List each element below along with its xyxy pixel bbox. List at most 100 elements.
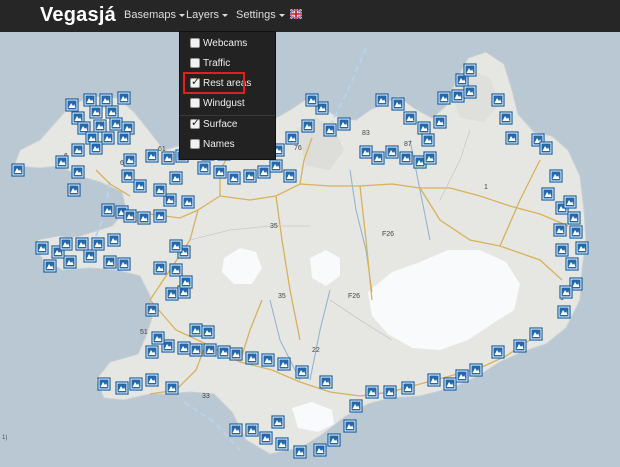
rest-area-icon[interactable] bbox=[557, 305, 571, 319]
rest-area-icon[interactable] bbox=[549, 169, 563, 183]
layer-windgust[interactable]: Windgust bbox=[190, 97, 245, 111]
rest-area-icon[interactable] bbox=[245, 423, 259, 437]
rest-area-icon[interactable] bbox=[229, 347, 243, 361]
rest-area-icon[interactable] bbox=[151, 331, 165, 345]
rest-area-icon[interactable] bbox=[89, 141, 103, 155]
rest-area-icon[interactable] bbox=[359, 145, 373, 159]
windgust-checkbox[interactable] bbox=[190, 98, 200, 108]
rest-area-icon[interactable] bbox=[189, 343, 203, 357]
rest-area-icon[interactable] bbox=[293, 445, 307, 459]
rest-area-icon[interactable] bbox=[217, 345, 231, 359]
rest-area-icon[interactable] bbox=[55, 155, 69, 169]
rest-area-icon[interactable] bbox=[189, 323, 203, 337]
rest-area-icon[interactable] bbox=[203, 343, 217, 357]
surface-checkbox[interactable] bbox=[190, 116, 200, 130]
map-canvas[interactable]: 6160768387135F2635F269515122433316 bbox=[0, 0, 620, 467]
webcams-checkbox[interactable] bbox=[190, 38, 200, 48]
rest-area-icon[interactable] bbox=[541, 187, 555, 201]
rest-area-icon[interactable] bbox=[319, 375, 333, 389]
rest-area-icon[interactable] bbox=[421, 133, 435, 147]
rest-area-icon[interactable] bbox=[179, 275, 193, 289]
rest-area-icon[interactable] bbox=[427, 373, 441, 387]
rest-area-icon[interactable] bbox=[375, 93, 389, 107]
rest-area-icon[interactable] bbox=[123, 153, 137, 167]
rest-area-icon[interactable] bbox=[103, 255, 117, 269]
rest-area-icon[interactable] bbox=[437, 91, 451, 105]
rest-area-icon[interactable] bbox=[117, 91, 131, 105]
rest-area-icon[interactable] bbox=[129, 377, 143, 391]
rest-area-icon[interactable] bbox=[91, 237, 105, 251]
rest-area-icon[interactable] bbox=[349, 399, 363, 413]
rest-area-icon[interactable] bbox=[433, 115, 447, 129]
rest-area-icon[interactable] bbox=[99, 93, 113, 107]
rest-area-icon[interactable] bbox=[499, 111, 513, 125]
rest-area-icon[interactable] bbox=[269, 159, 283, 173]
rest-area-icon[interactable] bbox=[327, 433, 341, 447]
rest-area-icon[interactable] bbox=[165, 287, 179, 301]
rest-area-icon[interactable] bbox=[423, 151, 437, 165]
rest-area-icon[interactable] bbox=[285, 131, 299, 145]
rest-area-icon[interactable] bbox=[71, 143, 85, 157]
rest-area-icon[interactable] bbox=[89, 105, 103, 119]
rest-area-icon[interactable] bbox=[97, 377, 111, 391]
rest-area-icon[interactable] bbox=[197, 161, 211, 175]
rest-area-icon[interactable] bbox=[529, 327, 543, 341]
rest-area-icon[interactable] bbox=[101, 131, 115, 145]
rest-area-icon[interactable] bbox=[295, 365, 309, 379]
rest-area-icon[interactable] bbox=[371, 151, 385, 165]
rest-area-icon[interactable] bbox=[383, 385, 397, 399]
rest-area-icon[interactable] bbox=[463, 85, 477, 99]
rest-area-icon[interactable] bbox=[283, 169, 297, 183]
rest-area-icon[interactable] bbox=[245, 351, 259, 365]
rest-area-icon[interactable] bbox=[401, 381, 415, 395]
settings-menu[interactable]: Settings bbox=[236, 9, 285, 21]
rest-area-icon[interactable] bbox=[83, 93, 97, 107]
rest-area-icon[interactable] bbox=[399, 151, 413, 165]
rest-area-icon[interactable] bbox=[277, 357, 291, 371]
rest-area-icon[interactable] bbox=[257, 165, 271, 179]
rest-area-icon[interactable] bbox=[553, 223, 567, 237]
rest-area-icon[interactable] bbox=[169, 263, 183, 277]
rest-area-icon[interactable] bbox=[145, 373, 159, 387]
layer-webcams[interactable]: Webcams bbox=[190, 37, 247, 51]
rest-area-icon[interactable] bbox=[65, 98, 79, 112]
rest-area-icon[interactable] bbox=[227, 171, 241, 185]
rest-area-icon[interactable] bbox=[491, 93, 505, 107]
rest-area-icon[interactable] bbox=[137, 211, 151, 225]
rest-area-icon[interactable] bbox=[213, 165, 227, 179]
rest-area-icon[interactable] bbox=[117, 131, 131, 145]
rest-area-icon[interactable] bbox=[575, 241, 589, 255]
rest-area-icon[interactable] bbox=[451, 89, 465, 103]
rest-area-icon[interactable] bbox=[563, 195, 577, 209]
rest-area-icon[interactable] bbox=[153, 261, 167, 275]
rest-area-icon[interactable] bbox=[201, 325, 215, 339]
rest-area-icon[interactable] bbox=[469, 363, 483, 377]
rest-area-icon[interactable] bbox=[491, 345, 505, 359]
rest-area-icon[interactable] bbox=[385, 145, 399, 159]
rest-area-icon[interactable] bbox=[569, 225, 583, 239]
rest-area-icon[interactable] bbox=[59, 237, 73, 251]
rest-area-icon[interactable] bbox=[343, 419, 357, 433]
rest-area-icon[interactable] bbox=[463, 63, 477, 77]
rest-area-icon[interactable] bbox=[105, 105, 119, 119]
rest-area-icon[interactable] bbox=[513, 339, 527, 353]
rest-area-icon[interactable] bbox=[145, 345, 159, 359]
layers-menu[interactable]: Layers bbox=[186, 9, 229, 21]
rest-area-icon[interactable] bbox=[35, 241, 49, 255]
rest-area-icon[interactable] bbox=[565, 257, 579, 271]
rest-area-icon[interactable] bbox=[117, 257, 131, 271]
rest-area-icon[interactable] bbox=[153, 183, 167, 197]
rest-area-icon[interactable] bbox=[305, 93, 319, 107]
rest-area-icon[interactable] bbox=[567, 211, 581, 225]
rest-area-icon[interactable] bbox=[323, 123, 337, 137]
rest-area-icon[interactable] bbox=[403, 111, 417, 125]
rest-area-icon[interactable] bbox=[145, 149, 159, 163]
rest-area-icon[interactable] bbox=[417, 121, 431, 135]
rest-area-icon[interactable] bbox=[271, 415, 285, 429]
rest-area-icon[interactable] bbox=[177, 341, 191, 355]
basemaps-menu[interactable]: Basemaps bbox=[124, 9, 185, 21]
layer-traffic[interactable]: Traffic bbox=[190, 57, 230, 71]
rest-area-icon[interactable] bbox=[443, 377, 457, 391]
rest-area-icon[interactable] bbox=[161, 151, 175, 165]
rest-area-icon[interactable] bbox=[181, 195, 195, 209]
